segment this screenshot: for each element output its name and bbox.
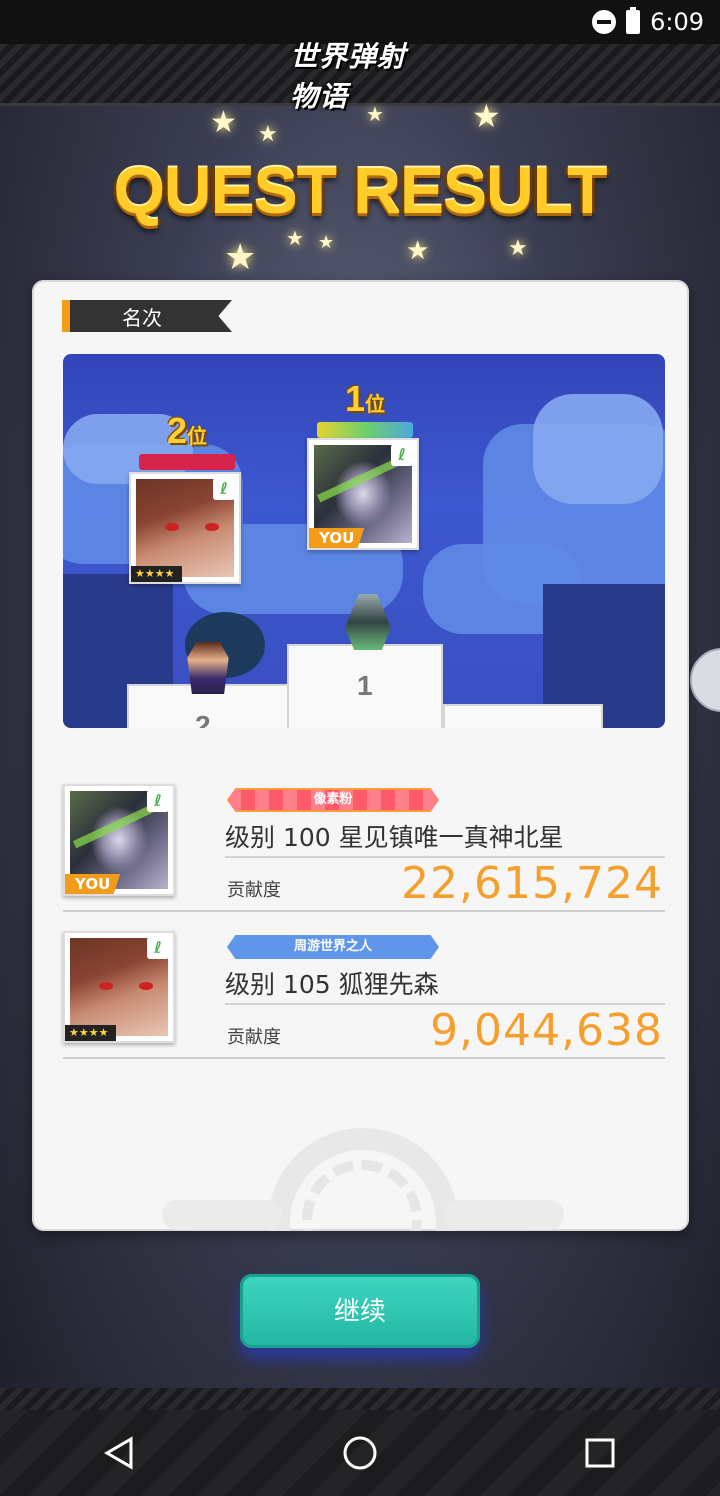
podium-scene: 2 1 3 1位 ℓ YOU 2位 ℓ ★★★★	[63, 354, 665, 728]
rank-1-number: 1	[344, 378, 366, 419]
star-icon: ★	[258, 122, 278, 147]
rank-1-banner: 1位	[317, 378, 413, 438]
floating-menu-handle[interactable]	[690, 648, 720, 712]
you-tag: YOU	[65, 874, 121, 894]
rank-2-number: 2	[166, 410, 188, 451]
star-icon: ★	[366, 102, 384, 126]
rarity-stars: ★★★★	[65, 1025, 117, 1041]
star-icon: ★	[406, 236, 430, 266]
watermark-bar-right	[444, 1200, 564, 1230]
battery-icon	[626, 7, 641, 34]
leaf-badge-icon: ℓ	[147, 790, 169, 812]
contribution-label: 贡献度	[227, 1027, 281, 1048]
podium-step-2-label: 2	[195, 710, 211, 728]
star-icon: ★	[318, 232, 335, 253]
cloud	[533, 394, 663, 504]
player-name: 级别 105 狐狸先森	[225, 967, 665, 1005]
watermark-bar-left	[162, 1200, 282, 1230]
title-badge: 像素粉	[227, 788, 439, 812]
podium-step-3	[443, 704, 603, 728]
recents-icon[interactable]	[560, 1413, 640, 1493]
leaf-badge-icon: ℓ	[147, 937, 169, 959]
rank-2-suffix: 位	[187, 426, 208, 448]
continue-button[interactable]: 继续	[240, 1274, 480, 1348]
game-logo: 世界弹射物语	[290, 40, 407, 113]
top-banner: 世界弹射物语	[0, 40, 720, 113]
star-icon: ★	[508, 236, 528, 261]
you-tag: YOU	[309, 528, 365, 548]
star-icon: ★	[286, 226, 304, 250]
star-icon: ★	[224, 237, 257, 278]
result-card: 名次 2 1 3 1位 ℓ YOU	[32, 280, 689, 1231]
section-tab-ranking: 名次	[62, 300, 232, 332]
system-nav-bar	[0, 1410, 720, 1496]
rarity-stars: ★★★★	[131, 566, 183, 582]
home-icon[interactable]	[320, 1413, 400, 1493]
podium-step-1-label: 1	[357, 670, 373, 701]
player-name: 级别 100 星见镇唯一真神北星	[225, 820, 665, 858]
contribution-label: 贡献度	[227, 880, 281, 901]
result-row-2: ℓ ★★★★ 周游世界之人 级别 105 狐狸先森 贡献度 9,044,638	[63, 931, 665, 1059]
bottom-strip	[0, 1388, 720, 1410]
leaf-badge-icon: ℓ	[213, 478, 235, 500]
star-icon: ★	[472, 97, 501, 135]
back-icon[interactable]	[80, 1413, 160, 1493]
rank-1-suffix: 位	[365, 394, 386, 416]
contribution-value: 22,615,724	[401, 858, 663, 909]
star-icon: ★	[210, 105, 237, 140]
do-not-disturb-icon	[592, 10, 617, 34]
title-badge: 周游世界之人	[227, 935, 439, 959]
first-place-portrait: ℓ YOU	[307, 438, 419, 550]
player-portrait: ℓ ★★★★	[63, 931, 175, 1043]
player-portrait: ℓ YOU	[63, 784, 175, 896]
status-time: 6:09	[650, 8, 704, 36]
leaf-badge-icon: ℓ	[391, 444, 413, 466]
contribution-value: 9,044,638	[430, 1005, 663, 1056]
second-place-portrait: ℓ ★★★★	[129, 472, 241, 584]
rank-2-banner: 2位	[139, 410, 235, 470]
result-row-1: ℓ YOU 像素粉 级别 100 星见镇唯一真神北星 贡献度 22,615,72…	[63, 784, 665, 912]
quest-result-title: QUEST RESULT	[113, 153, 608, 227]
